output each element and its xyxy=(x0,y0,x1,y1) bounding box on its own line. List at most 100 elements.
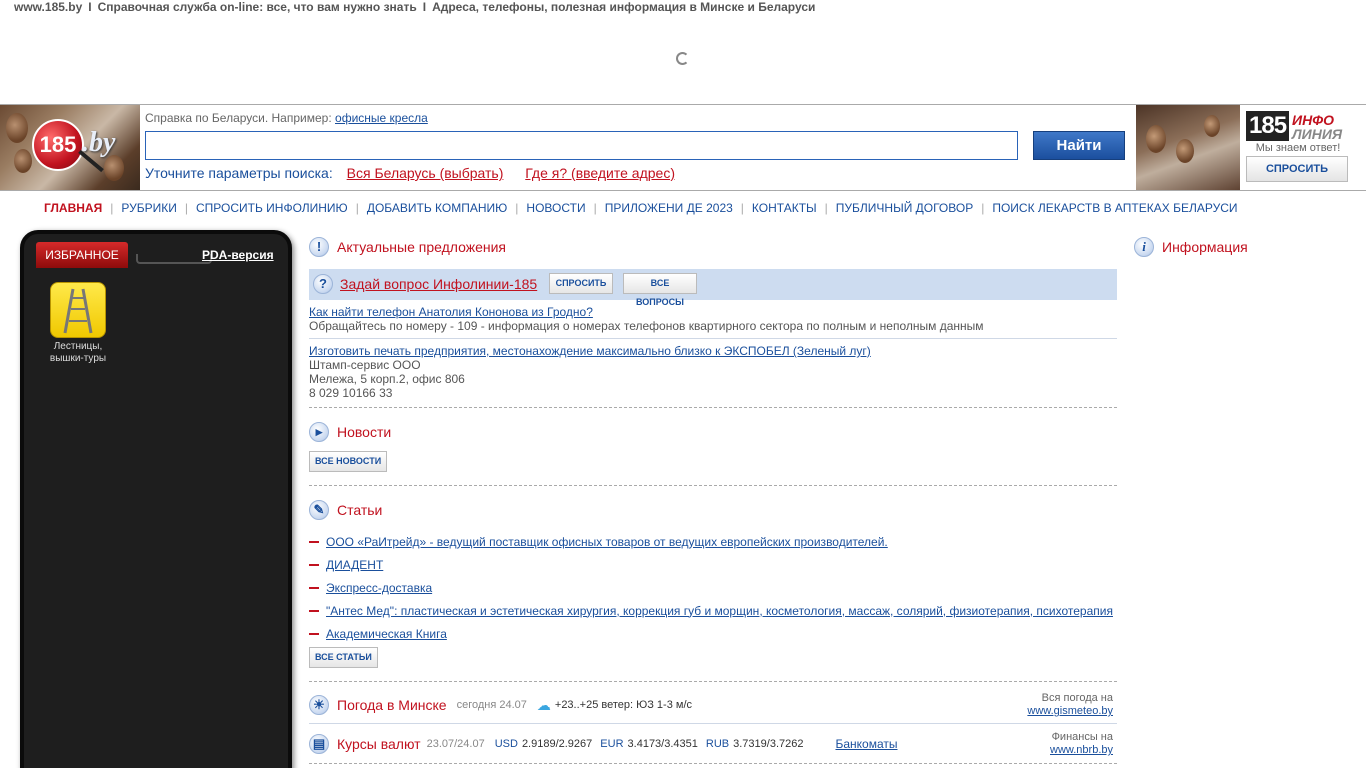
ask-question-link[interactable]: Задай вопрос Инфолинии-185 xyxy=(340,276,537,292)
rates-date: 23.07/24.07 xyxy=(426,738,485,750)
weather-source-label: Вся погода на xyxy=(1041,692,1113,704)
site-logo[interactable]: 185 .by xyxy=(32,119,132,177)
articles-list: ООО «РаИтрейд» - ведущий поставщик офисн… xyxy=(309,530,1113,645)
rates-source: Финансы на www.nbrb.by xyxy=(1050,731,1113,757)
main-nav: ГЛАВНАЯ | РУБРИКИ | СПРОСИТЬ ИНФОЛИНИЮ | ДОБАВ… xyxy=(44,201,1238,215)
articles-section: ✎ Статьи xyxy=(309,499,1117,521)
article-link[interactable]: Академическая Книга xyxy=(326,627,447,641)
rates-title: Курсы валют xyxy=(337,736,421,752)
divider xyxy=(309,407,1117,408)
weather-forecast: +23..+25 ветер: ЮЗ 1-3 м/с xyxy=(554,699,692,711)
article-item: Академическая Книга xyxy=(309,622,1113,645)
nav-item[interactable]: ГЛАВНАЯ xyxy=(44,201,102,215)
divider xyxy=(309,763,1117,764)
pda-version-link[interactable]: PDA-версия xyxy=(202,248,274,262)
nav-separator: | xyxy=(184,201,188,215)
ladder-icon[interactable] xyxy=(50,282,106,338)
nav-item[interactable]: СПРОСИТЬ ИНФОЛИНИЮ xyxy=(196,201,348,215)
all-questions-button[interactable]: ВСЕ ВОПРОСЫ xyxy=(623,273,697,307)
nav-item[interactable]: КОНТАКТЫ xyxy=(752,201,817,215)
region-select-link[interactable]: Вся Беларусь (выбрать) xyxy=(347,165,504,181)
nav-item[interactable]: ПУБЛИЧНЫЙ ДОГОВОР xyxy=(836,201,973,215)
info-title: Информация xyxy=(1162,239,1248,255)
article-link[interactable]: ДИАДЕНТ xyxy=(326,558,383,572)
eur-label: EUR xyxy=(600,738,624,750)
nbrb-link[interactable]: www.nbrb.by xyxy=(1050,744,1113,756)
news-section: ▸ Новости ВСЕ НОВОСТИ xyxy=(309,421,1117,472)
infoline-number: 185 xyxy=(1246,111,1290,141)
bullet-dash-icon xyxy=(309,586,319,589)
divider xyxy=(309,723,1117,724)
qa-item: Как найти телефон Анатолия Кононова из Г… xyxy=(309,305,1117,333)
ask-infoline-button[interactable]: СПРОСИТЬ xyxy=(1246,156,1348,182)
article-link[interactable]: "Антес Мед": пластическая и эстетическая… xyxy=(326,604,1113,618)
bullet-dash-icon xyxy=(309,540,319,543)
search-button[interactable]: Найти xyxy=(1033,131,1125,160)
loading-spinner-icon xyxy=(676,52,689,65)
qa-answer-line: Мележа, 5 корп.2, офис 806 xyxy=(309,372,465,386)
bar-chart-icon: ▤ xyxy=(309,734,329,754)
eur-rate: 3.4173/3.4351 xyxy=(627,738,698,750)
infoline-tagline: Мы знаем ответ! xyxy=(1255,142,1341,154)
weather-row: ☀ Погода в Минске сегодня 24.07 ☁ +23..+… xyxy=(309,692,1117,722)
refine-label: Уточните параметры поиска: xyxy=(145,165,333,181)
qa-item: Изготовить печать предприятия, местонахо… xyxy=(309,344,1117,400)
ask-button[interactable]: СПРОСИТЬ xyxy=(549,273,613,294)
header: 185 .by Справка по Беларуси. Например: о… xyxy=(0,104,1366,191)
articles-footer: ВСЕ СТАТЬИ xyxy=(309,647,1117,668)
divider xyxy=(309,681,1117,682)
question-icon: ? xyxy=(313,274,333,294)
megaphone-icon: ▸ xyxy=(309,422,329,442)
article-link[interactable]: ООО «РаИтрейд» - ведущий поставщик офисн… xyxy=(326,535,888,549)
infoline-word1: ИНФО xyxy=(1292,112,1335,128)
weather-icon: ☀ xyxy=(309,695,329,715)
tab-empty[interactable] xyxy=(136,254,212,264)
divider xyxy=(309,338,1117,339)
search-example-link[interactable]: офисные кресла xyxy=(335,111,428,125)
bullet-dash-icon xyxy=(309,609,319,612)
infoline-logo[interactable]: 185 ИНФО ЛИНИЯ Мы знаем ответ! xyxy=(1246,111,1350,154)
search-input[interactable] xyxy=(145,131,1018,160)
separator: I xyxy=(88,0,92,14)
nav-item[interactable]: РУБРИКИ xyxy=(121,201,176,215)
pen-icon: ✎ xyxy=(309,500,329,520)
all-articles-button[interactable]: ВСЕ СТАТЬИ xyxy=(309,647,378,668)
atm-link[interactable]: Банкоматы xyxy=(835,737,897,751)
nav-item[interactable]: ПРИЛОЖЕНИ ДЕ 2023 xyxy=(605,201,733,215)
article-item: ООО «РаИтрейд» - ведущий поставщик офисн… xyxy=(309,530,1113,553)
header-right-image xyxy=(1136,105,1240,190)
favorite-item-label[interactable]: Лестницы, вышки-туры xyxy=(36,341,120,365)
site-tagline: www.185.by I Справочная служба on-line: вс… xyxy=(14,0,815,14)
search-refine: Уточните параметры поиска: Вся Беларусь … xyxy=(145,165,675,181)
article-item: Экспресс-доставка xyxy=(309,576,1113,599)
nav-item[interactable]: НОВОСТИ xyxy=(526,201,585,215)
nav-separator: | xyxy=(824,201,828,215)
tab-favorites[interactable]: ИЗБРАННОЕ xyxy=(36,242,128,268)
favorites-panel: ИЗБРАННОЕ PDA-версия Лестницы, вышки-тур… xyxy=(20,230,292,768)
address-link[interactable]: Где я? (введите адрес) xyxy=(525,165,675,181)
ask-question-bar: ? Задай вопрос Инфолинии-185 СПРОСИТЬ ВС… xyxy=(309,269,1117,307)
nav-item[interactable]: ПОИСК ЛЕКАРСТВ В АПТЕКАХ БЕЛАРУСИ xyxy=(992,201,1237,215)
nav-separator: | xyxy=(355,201,359,215)
gismeteo-link[interactable]: www.gismeteo.by xyxy=(1027,705,1113,717)
nav-separator: | xyxy=(593,201,597,215)
bullet-dash-icon xyxy=(309,563,319,566)
infoline-word2: ЛИНИЯ xyxy=(1292,126,1343,142)
infoline-words: ИНФО ЛИНИЯ xyxy=(1292,113,1342,141)
nav-item[interactable]: ДОБАВИТЬ КОМПАНИЮ xyxy=(367,201,507,215)
search-hint: Справка по Беларуси. Например: офисные к… xyxy=(145,111,428,125)
fav-label-line1: Лестницы, xyxy=(53,341,103,352)
search-hint-text: Справка по Беларуси. Например: xyxy=(145,111,332,125)
qa-answer-line: Штамп-сервис ООО xyxy=(309,358,421,372)
nav-separator: | xyxy=(110,201,114,215)
rates-row: ▤ Курсы валют 23.07/24.07 USD 2.9189/2.9… xyxy=(309,731,1117,761)
rates-source-label: Финансы на xyxy=(1051,731,1113,743)
qa-question-link[interactable]: Изготовить печать предприятия, местонахо… xyxy=(309,344,871,358)
tagline-part1: Справочная служба on-line: все, что вам … xyxy=(97,0,417,14)
all-news-button[interactable]: ВСЕ НОВОСТИ xyxy=(309,451,388,472)
article-link[interactable]: Экспресс-доставка xyxy=(326,581,432,595)
tagline-part2: Адреса, телефоны, полезная информация в … xyxy=(432,0,816,14)
divider xyxy=(309,485,1117,486)
qa-question-link[interactable]: Как найти телефон Анатолия Кононова из Г… xyxy=(309,305,593,319)
nav-separator: | xyxy=(740,201,744,215)
